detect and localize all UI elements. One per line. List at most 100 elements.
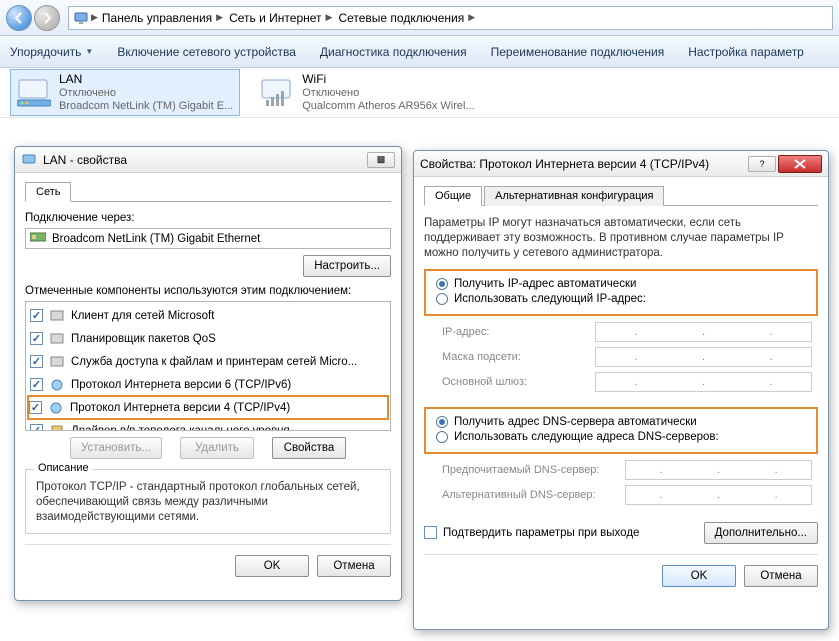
connection-name: LAN — [59, 72, 233, 86]
breadcrumb-label: Сетевые подключения — [338, 11, 464, 25]
dialog-titlebar[interactable]: LAN - свойства ▩ — [15, 147, 401, 173]
description-text: Протокол TCP/IP - стандартный протокол г… — [36, 480, 380, 525]
component-label: Планировщик пакетов QoS — [71, 333, 216, 345]
breadcrumb-label: Панель управления — [102, 11, 212, 25]
network-icon — [73, 10, 89, 26]
connection-name: WiFi — [302, 72, 474, 86]
breadcrumb-label: Сеть и Интернет — [229, 11, 321, 25]
tab-general[interactable]: Общие — [424, 186, 482, 206]
dns-preferred-label: Предпочитаемый DNS-сервер: — [442, 464, 617, 476]
components-label: Отмеченные компоненты используются этим … — [25, 285, 391, 297]
command-bar: Упорядочить ▼ Включение сетевого устройс… — [0, 36, 839, 68]
list-item[interactable]: Планировщик пакетов QoS — [28, 327, 388, 350]
btn-label: Настроить... — [314, 260, 380, 272]
tab-label: Сеть — [36, 186, 60, 198]
tab-network[interactable]: Сеть — [25, 182, 71, 202]
breadcrumb[interactable]: Панель управления ▶ — [100, 11, 225, 25]
close-icon — [794, 159, 806, 169]
adapter-name: Broadcom NetLink (TM) Gigabit Ethernet — [52, 233, 260, 245]
description-label: Описание — [34, 462, 93, 474]
install-button[interactable]: Установить... — [70, 437, 162, 459]
cmd-settings[interactable]: Настройка параметр — [688, 45, 804, 59]
cmd-label: Переименование подключения — [491, 45, 665, 59]
advanced-button[interactable]: Дополнительно... — [704, 522, 818, 544]
list-item[interactable]: Драйвер в/в тополога канального уровня — [28, 419, 388, 431]
cancel-button[interactable]: Отмена — [744, 565, 818, 587]
breadcrumb[interactable]: Сеть и Интернет ▶ — [227, 11, 334, 25]
ip-mode-highlight: Получить IP-адрес автоматически Использо… — [424, 269, 818, 316]
chevron-right-icon: ▶ — [216, 12, 223, 23]
checkbox[interactable] — [30, 378, 43, 391]
list-item[interactable]: Служба доступа к файлам и принтерам сете… — [28, 350, 388, 373]
ip-address-input: ... — [595, 322, 812, 342]
subnet-mask-input: ... — [595, 347, 812, 367]
connection-adapter: Qualcomm Atheros AR956x Wirel... — [302, 100, 474, 113]
radio-ip-manual[interactable]: Использовать следующий IP-адрес: — [436, 293, 810, 305]
chevron-down-icon: ▼ — [85, 47, 93, 56]
adapter-field: Broadcom NetLink (TM) Gigabit Ethernet — [25, 228, 391, 249]
service-icon — [49, 354, 65, 370]
checkbox[interactable] — [30, 332, 43, 345]
ok-button[interactable]: OK — [662, 565, 736, 587]
chevron-right-icon: ▶ — [91, 12, 98, 23]
list-item[interactable]: Протокол Интернета версии 6 (TCP/IPv6) — [28, 373, 388, 396]
validate-checkbox[interactable]: Подтвердить параметры при выходе — [424, 526, 639, 539]
gateway-input: ... — [595, 372, 812, 392]
ok-button[interactable]: OK — [235, 555, 309, 577]
checkbox[interactable] — [30, 309, 43, 322]
cmd-enable-device[interactable]: Включение сетевого устройства — [117, 45, 296, 59]
connect-via-label: Подключение через: — [25, 212, 391, 224]
help-button[interactable]: ? — [748, 156, 776, 172]
btn-label: Дополнительно... — [715, 527, 807, 539]
chevron-right-icon: ▶ — [326, 12, 333, 23]
checkbox[interactable] — [30, 355, 43, 368]
remove-button[interactable]: Удалить — [180, 437, 254, 459]
close-button[interactable] — [778, 155, 822, 173]
connection-status: Отключено — [302, 87, 474, 100]
cmd-diagnose[interactable]: Диагностика подключения — [320, 45, 467, 59]
list-item[interactable]: Клиент для сетей Microsoft — [28, 304, 388, 327]
configure-button[interactable]: Настроить... — [303, 255, 391, 277]
cmd-organize[interactable]: Упорядочить ▼ — [10, 45, 93, 59]
connections-list: LAN Отключено Broadcom NetLink (TM) Giga… — [0, 68, 839, 118]
dialog-title: LAN - свойства — [43, 153, 127, 167]
components-list[interactable]: Клиент для сетей Microsoft Планировщик п… — [25, 301, 391, 431]
properties-button[interactable]: Свойства — [272, 437, 346, 459]
checkbox[interactable] — [30, 424, 43, 431]
radio-dns-auto[interactable]: Получить адрес DNS-сервера автоматически — [436, 416, 810, 428]
help-button[interactable]: ▩ — [367, 152, 395, 168]
gateway-label: Основной шлюз: — [442, 376, 587, 388]
cmd-label: Упорядочить — [10, 45, 81, 59]
nav-back-button[interactable] — [6, 5, 32, 31]
connection-item-lan[interactable]: LAN Отключено Broadcom NetLink (TM) Giga… — [10, 69, 240, 116]
radio-ip-auto[interactable]: Получить IP-адрес автоматически — [436, 278, 810, 290]
component-label: Служба доступа к файлам и принтерам сете… — [71, 356, 357, 368]
tab-label: Общие — [435, 190, 471, 202]
cmd-label: Настройка параметр — [688, 45, 804, 59]
wifi-icon — [260, 76, 294, 110]
connection-item-wifi[interactable]: WiFi Отключено Qualcomm Atheros AR956x W… — [254, 70, 480, 115]
breadcrumb[interactable]: Сетевые подключения ▶ — [336, 11, 477, 25]
ethernet-icon — [17, 76, 51, 110]
radio-label: Получить IP-адрес автоматически — [454, 278, 636, 290]
subnet-mask-label: Маска подсети: — [442, 351, 587, 363]
btn-label: Отмена — [333, 560, 374, 572]
cmd-label: Диагностика подключения — [320, 45, 467, 59]
dialog-titlebar[interactable]: Свойства: Протокол Интернета версии 4 (T… — [414, 151, 828, 177]
connection-adapter: Broadcom NetLink (TM) Gigabit E... — [59, 100, 233, 113]
nav-forward-button[interactable] — [34, 5, 60, 31]
tab-alternative[interactable]: Альтернативная конфигурация — [484, 186, 664, 206]
tab-label: Альтернативная конфигурация — [495, 190, 653, 202]
checkbox[interactable] — [29, 401, 42, 414]
radio-dns-manual[interactable]: Использовать следующие адреса DNS-сервер… — [436, 431, 810, 443]
cancel-button[interactable]: Отмена — [317, 555, 391, 577]
address-bar[interactable]: ▶ Панель управления ▶ Сеть и Интернет ▶ … — [68, 6, 833, 30]
list-item-ipv4[interactable]: Протокол Интернета версии 4 (TCP/IPv4) — [27, 395, 389, 420]
explorer-nav-bar: ▶ Панель управления ▶ Сеть и Интернет ▶ … — [0, 0, 839, 36]
qos-icon — [49, 331, 65, 347]
btn-label: Отмена — [760, 570, 801, 582]
driver-icon — [49, 423, 65, 432]
ip-address-label: IP-адрес: — [442, 326, 587, 338]
dns-preferred-input: ... — [625, 460, 812, 480]
cmd-rename[interactable]: Переименование подключения — [491, 45, 665, 59]
